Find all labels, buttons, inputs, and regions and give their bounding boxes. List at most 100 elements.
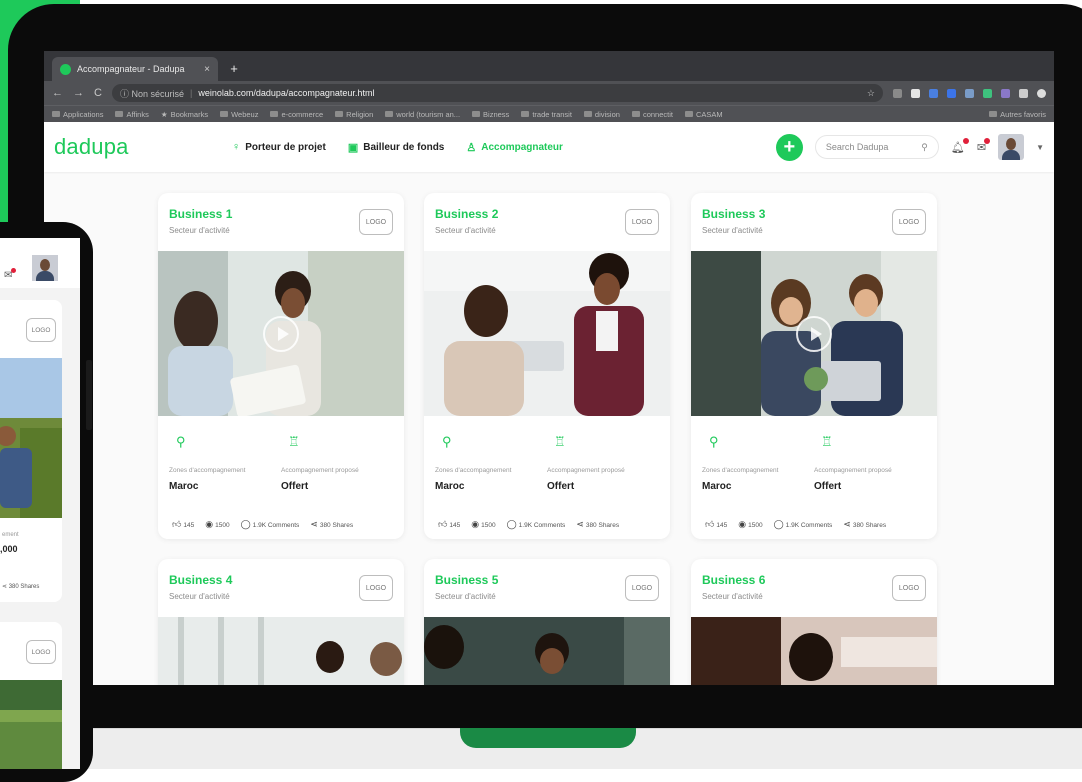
avatar[interactable]: [998, 134, 1025, 160]
card-title[interactable]: Business 1: [169, 207, 232, 221]
bookmarks-bar: Applications Affinks ★ Bookmarks Webeuz e…: [44, 105, 1054, 122]
business-photo[interactable]: [424, 251, 670, 416]
photo-office: [158, 617, 404, 685]
card-title[interactable]: Business 5: [435, 573, 498, 587]
bookmark-item[interactable]: trade transit: [521, 110, 572, 119]
business-card[interactable]: Business 3 Secteur d'activité LOGO ⚲ ♖ Z…: [691, 193, 937, 539]
phone-business-card[interactable]: LOGO: [0, 622, 62, 769]
extension-icon[interactable]: [1019, 88, 1028, 98]
card-title[interactable]: Business 3: [702, 207, 765, 221]
extension-icon[interactable]: [893, 88, 902, 98]
business-photo[interactable]: [691, 617, 937, 685]
business-card[interactable]: Business 5 Secteur d'activité LOGO: [424, 559, 670, 685]
laptop-screen: Accompagnateur - Dadupa × + ← → C ⓘ Non …: [44, 51, 1054, 685]
business-card[interactable]: Business 6 Secteur d'activité LOGO: [691, 559, 937, 685]
browser-tab[interactable]: Accompagnateur - Dadupa ×: [52, 57, 218, 81]
business-photo[interactable]: [691, 251, 937, 416]
bookmark-item[interactable]: Bizness: [472, 110, 509, 119]
nav-porteur-de-projet[interactable]: ♀ Porteur de projet: [232, 141, 326, 153]
views-count: ◉ 1500: [205, 519, 230, 529]
nav-accompagnateur[interactable]: ♙ Accompagnateur: [466, 141, 563, 154]
site-logo[interactable]: dadupa: [54, 134, 232, 160]
extension-icon[interactable]: [983, 88, 992, 98]
extension-icon[interactable]: [1001, 88, 1010, 98]
business-card[interactable]: Business 4 Secteur d'activité LOGO: [158, 559, 404, 685]
chevron-down-icon[interactable]: ▼: [1036, 143, 1044, 152]
mail-icon[interactable]: ✉: [4, 268, 17, 281]
close-icon[interactable]: ×: [204, 64, 210, 75]
play-icon[interactable]: [263, 316, 299, 352]
business-photo[interactable]: [424, 617, 670, 685]
bookmark-item[interactable]: e-commerce: [270, 110, 323, 119]
comment-icon: ◯: [240, 519, 251, 529]
extension-icon[interactable]: [929, 88, 938, 98]
star-icon[interactable]: ☆: [867, 88, 875, 99]
bookmark-item[interactable]: ★ Bookmarks: [161, 110, 208, 119]
extension-icon[interactable]: [947, 88, 956, 98]
like-button[interactable]: 👍︎ 145: [705, 519, 727, 530]
bookmark-item[interactable]: Religion: [335, 110, 373, 119]
card-subtitle: Secteur d'activité: [702, 592, 763, 601]
business-photo[interactable]: [158, 617, 404, 685]
extension-icon[interactable]: [965, 88, 974, 98]
bookmark-item[interactable]: division: [583, 110, 620, 119]
card-title[interactable]: Business 2: [435, 207, 498, 221]
other-bookmarks[interactable]: Autres favoris: [989, 110, 1046, 119]
card-logo: LOGO: [26, 640, 56, 664]
share-icon: ⋖: [2, 584, 9, 590]
card-title[interactable]: Business 4: [169, 573, 232, 587]
browser-tabbar: Accompagnateur - Dadupa × +: [44, 51, 1054, 81]
header-actions: + Search Dadupa ⚲ 🔔︎ ✉ ▼: [775, 133, 1044, 161]
extension-icon[interactable]: [911, 88, 920, 98]
comment-icon: ◯: [506, 519, 517, 529]
bookmark-item[interactable]: Affinks: [115, 110, 149, 119]
mail-icon[interactable]: ✉: [977, 137, 991, 154]
forward-icon[interactable]: →: [73, 87, 84, 99]
share-button[interactable]: ⋖ 380 Shares: [2, 583, 39, 590]
offer-label: Accompagnement proposé: [814, 467, 892, 474]
bookmark-item[interactable]: connectit: [631, 110, 673, 119]
zone-value: Maroc: [169, 481, 199, 492]
add-button[interactable]: +: [775, 133, 803, 161]
eye-icon: ◉: [205, 519, 214, 529]
like-button[interactable]: 👍︎ 145: [172, 519, 194, 530]
new-tab-button[interactable]: +: [224, 58, 244, 78]
share-button[interactable]: ⋖ 380 Shares: [576, 519, 619, 530]
comments-button[interactable]: ◯ 1.9K Comments: [774, 519, 833, 530]
business-card[interactable]: Business 2 Secteur d'activité LOGO ⚲ ♖ Z…: [424, 193, 670, 539]
offer-value: Offert: [281, 481, 309, 492]
share-button[interactable]: ⋖ 380 Shares: [310, 519, 353, 530]
share-icon: ⋖: [843, 519, 851, 529]
nav-bailleur-de-fonds[interactable]: ▣ Bailleur de fonds: [348, 141, 445, 154]
reload-icon[interactable]: C: [94, 87, 102, 99]
notification-icon[interactable]: 🔔︎: [951, 137, 969, 154]
bookmark-item[interactable]: CASAM: [684, 110, 723, 119]
zone-label: Zones d'accompagnement: [169, 467, 246, 474]
zone-label: Zones d'accompagnement: [435, 467, 512, 474]
like-button[interactable]: 👍︎ 145: [438, 519, 460, 530]
comments-button[interactable]: ◯ 1.9K Comments: [241, 519, 300, 530]
play-icon[interactable]: [796, 316, 832, 352]
share-button[interactable]: ⋖ 380 Shares: [843, 519, 886, 530]
profile-icon[interactable]: [1037, 88, 1046, 98]
search-input[interactable]: Search Dadupa ⚲: [814, 135, 939, 159]
card-logo: LOGO: [359, 209, 393, 235]
main-nav: ♀ Porteur de projet ▣ Bailleur de fonds …: [232, 141, 563, 154]
phone-screen: ✉ LOGO ement ,000 ⋖ 380 Shares LOGO: [0, 238, 80, 769]
address-bar[interactable]: ⓘ Non sécurisé | weinolab.com/dadupa/acc…: [111, 84, 883, 102]
photo-team: [424, 617, 670, 685]
card-title[interactable]: Business 6: [702, 573, 765, 587]
location-icon: ⚲: [709, 434, 719, 449]
bookmark-item[interactable]: world (tourism an...: [385, 110, 460, 119]
back-icon[interactable]: ←: [52, 87, 63, 99]
card-logo: LOGO: [625, 575, 659, 601]
thumbs-up-icon: 👍︎: [172, 519, 182, 529]
business-card[interactable]: Business 1 Secteur d'activité LOGO ⚲ ♖ Z…: [158, 193, 404, 539]
business-photo[interactable]: [158, 251, 404, 416]
phone-business-card[interactable]: LOGO ement ,000 ⋖ 380 Shares: [0, 300, 62, 602]
phone-side-button: [86, 360, 92, 430]
comments-button[interactable]: ◯ 1.9K Comments: [507, 519, 566, 530]
avatar[interactable]: [32, 255, 58, 281]
bookmark-item[interactable]: Webeuz: [220, 110, 258, 119]
bookmark-item[interactable]: Applications: [52, 110, 103, 119]
